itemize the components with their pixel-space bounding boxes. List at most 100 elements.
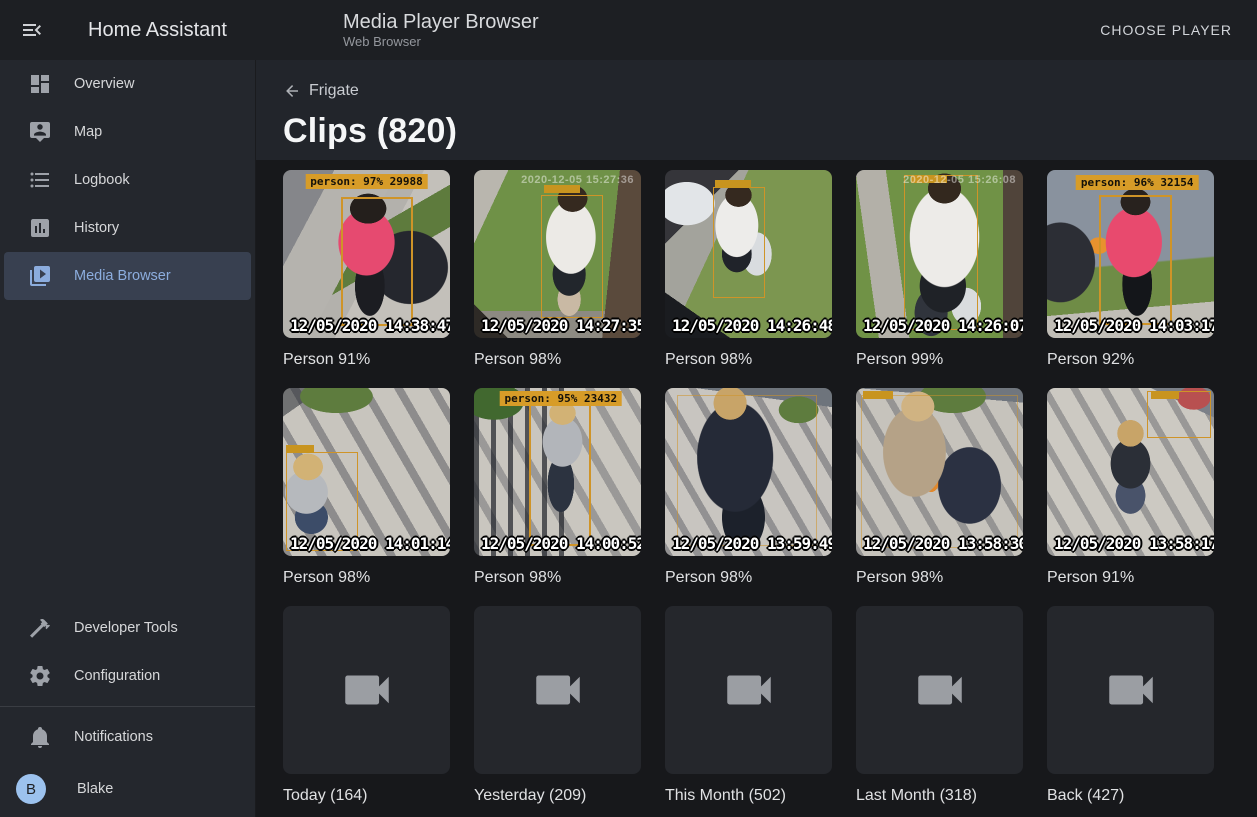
- media-browser-header: Frigate Clips (820): [256, 60, 1257, 160]
- clip-item[interactable]: 12/05/2020 13:59:49 Person 98%: [665, 388, 832, 587]
- sidebar-toggle-button[interactable]: [20, 18, 44, 42]
- clip-item[interactable]: 12/05/2020 14:01:14 Person 98%: [283, 388, 450, 587]
- play-box-multiple-icon: [28, 264, 52, 288]
- clip-thumbnail: 12/05/2020 13:58:17: [1047, 388, 1214, 556]
- clip-thumbnail: 12/05/2020 13:59:49: [665, 388, 832, 556]
- detection-bbox: [861, 395, 1018, 548]
- sidebar-item-label: Developer Tools: [74, 620, 178, 636]
- video-camera-icon: [1102, 661, 1160, 719]
- section-title: Clips (820): [283, 112, 1257, 151]
- folder-item-last-month[interactable]: Last Month (318): [856, 606, 1023, 805]
- breadcrumb-label: Frigate: [309, 82, 359, 100]
- clip-item[interactable]: 12/05/2020 14:26:48 Person 98%: [665, 170, 832, 369]
- detection-bbox: [713, 187, 765, 298]
- map-account-icon: [28, 120, 52, 144]
- clip-item[interactable]: person: 96% 32154 12/05/2020 14:03:17 Pe…: [1047, 170, 1214, 369]
- clip-item[interactable]: person: 97% 29988 12/05/2020 14:38:47 Pe…: [283, 170, 450, 369]
- video-camera-icon: [720, 661, 778, 719]
- detection-bbox: [529, 403, 591, 546]
- sidebar-item-developer-tools[interactable]: Developer Tools: [4, 604, 251, 652]
- clip-thumbnail: person: 96% 32154 12/05/2020 14:03:17: [1047, 170, 1214, 338]
- clip-timestamp: 12/05/2020 14:26:07: [863, 316, 1023, 335]
- clip-caption: Person 98%: [665, 568, 832, 587]
- sidebar-item-label: Media Browser: [74, 268, 171, 284]
- clip-thumbnail: 2020-12-05 15:26:08 12/05/2020 14:26:07: [856, 170, 1023, 338]
- breadcrumb[interactable]: Frigate: [283, 82, 359, 100]
- clip-caption: Person 98%: [283, 568, 450, 587]
- detection-bbox: [677, 395, 817, 546]
- clip-caption: Person 98%: [665, 350, 832, 369]
- menu-open-icon: [20, 29, 44, 46]
- folder-item-this-month[interactable]: This Month (502): [665, 606, 832, 805]
- sidebar-item-label: History: [74, 220, 119, 236]
- app-title: Home Assistant: [88, 19, 227, 42]
- gear-icon: [28, 664, 52, 688]
- detection-label: person: 95% 23432: [500, 391, 623, 406]
- media-grid-area: person: 97% 29988 12/05/2020 14:38:47 Pe…: [256, 160, 1257, 817]
- arrow-left-icon: [283, 82, 301, 100]
- chart-box-icon: [28, 216, 52, 240]
- sidebar-item-configuration[interactable]: Configuration: [4, 652, 251, 700]
- folder-caption: This Month (502): [665, 786, 832, 805]
- app-header: Home Assistant Media Player Browser Web …: [0, 0, 1257, 60]
- sidebar-item-map[interactable]: Map: [4, 108, 251, 156]
- detection-label-small: [715, 180, 751, 188]
- sidebar-item-label: Configuration: [74, 668, 160, 684]
- page-subtitle: Web Browser: [343, 34, 539, 50]
- camera-osd-timestamp: 2020-12-05 15:27:36: [521, 174, 634, 186]
- clip-caption: Person 91%: [1047, 568, 1214, 587]
- detection-bbox: [1099, 195, 1172, 324]
- topbar-left: Home Assistant: [0, 18, 256, 42]
- clip-item[interactable]: 2020-12-05 15:26:08 12/05/2020 14:26:07 …: [856, 170, 1023, 369]
- clip-thumbnail: 12/05/2020 14:01:14: [283, 388, 450, 556]
- clip-item[interactable]: 2020-12-05 15:27:36 12/05/2020 14:27:35 …: [474, 170, 641, 369]
- clip-timestamp: 12/05/2020 13:58:17: [1054, 534, 1214, 553]
- clip-caption: Person 91%: [283, 350, 450, 369]
- clip-item[interactable]: 12/05/2020 13:58:30 Person 98%: [856, 388, 1023, 587]
- detection-label-small: [1151, 391, 1179, 399]
- folder-thumbnail: [1047, 606, 1214, 774]
- clip-thumbnail: 2020-12-05 15:27:36 12/05/2020 14:27:35: [474, 170, 641, 338]
- video-camera-icon: [338, 661, 396, 719]
- folder-caption: Today (164): [283, 786, 450, 805]
- detection-bbox: [541, 195, 603, 318]
- page-title: Media Player Browser: [343, 10, 539, 34]
- sidebar: Overview Map Logbook History Media Brows…: [0, 60, 256, 817]
- folder-thumbnail: [283, 606, 450, 774]
- clip-timestamp: 12/05/2020 13:58:30: [863, 534, 1023, 553]
- sidebar-item-label: Map: [74, 124, 102, 140]
- sidebar-item-logbook[interactable]: Logbook: [4, 156, 251, 204]
- media-grid: person: 97% 29988 12/05/2020 14:38:47 Pe…: [256, 160, 1257, 817]
- choose-player-button[interactable]: CHOOSE PLAYER: [1092, 14, 1240, 46]
- folder-item-today[interactable]: Today (164): [283, 606, 450, 805]
- clip-caption: Person 98%: [856, 568, 1023, 587]
- clip-timestamp: 12/05/2020 14:03:17: [1054, 316, 1214, 335]
- main-content: Frigate Clips (820) person: 97% 29988 12…: [256, 60, 1257, 817]
- clip-caption: Person 99%: [856, 350, 1023, 369]
- sidebar-item-media-browser[interactable]: Media Browser: [4, 252, 251, 300]
- folder-thumbnail: [665, 606, 832, 774]
- clip-thumbnail: 12/05/2020 13:58:30: [856, 388, 1023, 556]
- clip-caption: Person 98%: [474, 568, 641, 587]
- sidebar-item-history[interactable]: History: [4, 204, 251, 252]
- clip-item[interactable]: 12/05/2020 13:58:17 Person 91%: [1047, 388, 1214, 587]
- sidebar-item-profile[interactable]: B Blake: [0, 761, 255, 817]
- clip-timestamp: 12/05/2020 14:00:52: [481, 534, 641, 553]
- detection-label-small: [544, 185, 580, 193]
- sidebar-item-label: Notifications: [74, 729, 153, 745]
- list-bulleted-icon: [28, 168, 52, 192]
- folder-item-yesterday[interactable]: Yesterday (209): [474, 606, 641, 805]
- clip-thumbnail: person: 97% 29988 12/05/2020 14:38:47: [283, 170, 450, 338]
- clip-timestamp: 12/05/2020 14:27:35: [481, 316, 641, 335]
- folder-item-back[interactable]: Back (427): [1047, 606, 1214, 805]
- sidebar-item-notifications[interactable]: Notifications: [4, 713, 251, 761]
- sidebar-divider: [0, 706, 255, 707]
- clip-timestamp: 12/05/2020 13:59:49: [672, 534, 832, 553]
- folder-caption: Last Month (318): [856, 786, 1023, 805]
- clip-timestamp: 12/05/2020 14:26:48: [672, 316, 832, 335]
- avatar: B: [16, 774, 46, 804]
- video-camera-icon: [911, 661, 969, 719]
- detection-bbox: [904, 175, 977, 330]
- sidebar-item-overview[interactable]: Overview: [4, 60, 251, 108]
- clip-item[interactable]: person: 95% 23432 12/05/2020 14:00:52 Pe…: [474, 388, 641, 587]
